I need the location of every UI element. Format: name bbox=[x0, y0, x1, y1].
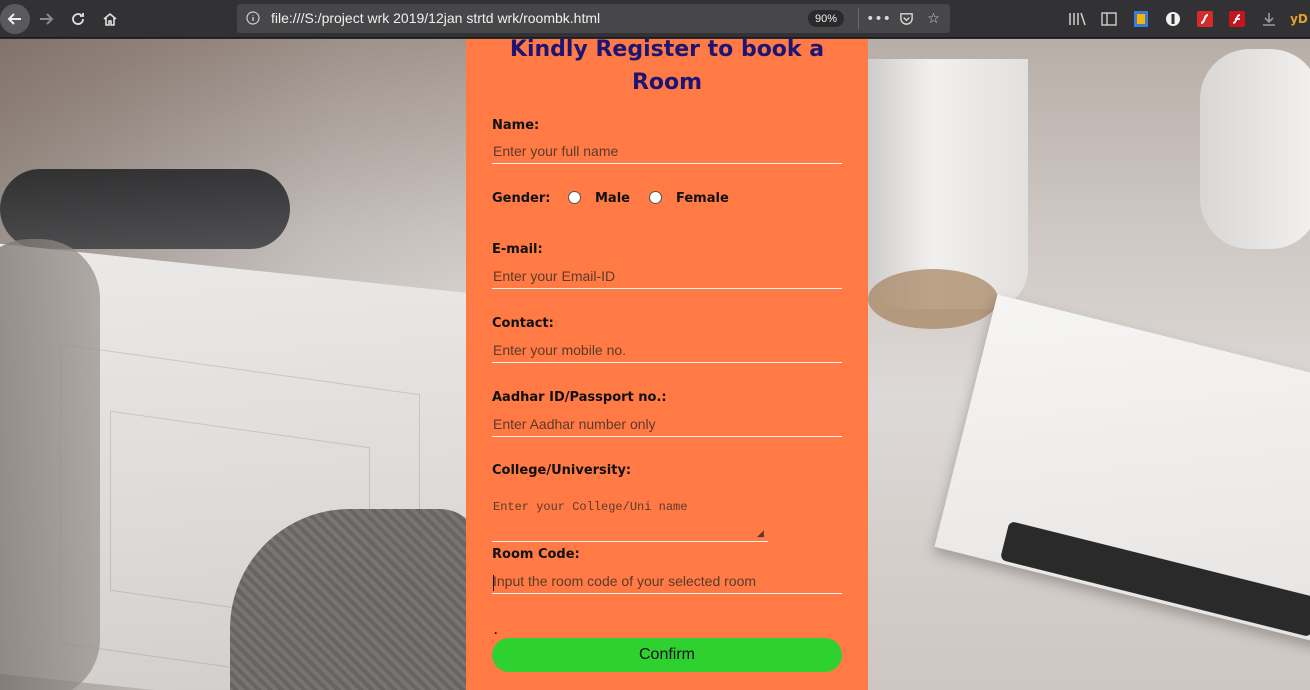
shield-extension-icon[interactable] bbox=[1164, 10, 1182, 28]
aadhar-label: Aadhar ID/Passport no.: bbox=[492, 390, 667, 405]
name-label: Name: bbox=[492, 118, 540, 133]
pocket-icon[interactable] bbox=[898, 10, 915, 27]
aadhar-input[interactable] bbox=[492, 411, 842, 437]
registration-form: Kindly Register to book a Room Name: Gen… bbox=[466, 37, 868, 690]
gender-female-radio[interactable] bbox=[649, 191, 662, 204]
back-button[interactable] bbox=[0, 4, 30, 34]
yd-extension-icon[interactable]: yD bbox=[1290, 10, 1308, 28]
sidebar-icon[interactable] bbox=[1100, 10, 1118, 28]
library-icon[interactable] bbox=[1068, 10, 1086, 28]
more-actions-icon[interactable]: ••• bbox=[866, 10, 891, 27]
form-title: Kindly Register to book a Room bbox=[509, 37, 825, 95]
gender-label: Gender: bbox=[492, 191, 551, 206]
flash-extension-icon[interactable] bbox=[1196, 10, 1214, 28]
reload-button[interactable] bbox=[64, 5, 92, 33]
room-code-label: Room Code: bbox=[492, 547, 580, 562]
confirm-button[interactable]: Confirm bbox=[492, 638, 842, 672]
gender-female-label[interactable]: Female bbox=[676, 191, 729, 206]
bookmark-star-icon[interactable]: ☆ bbox=[925, 10, 942, 27]
url-bar[interactable]: file:///S:/project wrk 2019/12jan strtd … bbox=[237, 4, 950, 33]
download-icon[interactable] bbox=[1260, 10, 1278, 28]
contact-input[interactable] bbox=[492, 337, 842, 363]
url-text[interactable]: file:///S:/project wrk 2019/12jan strtd … bbox=[271, 10, 600, 26]
email-label: E-mail: bbox=[492, 242, 543, 257]
background-dark-object bbox=[0, 169, 290, 249]
reload-icon bbox=[72, 13, 84, 25]
home-button[interactable] bbox=[96, 5, 124, 33]
home-icon bbox=[103, 12, 117, 26]
forward-button[interactable] bbox=[32, 5, 60, 33]
info-icon[interactable] bbox=[246, 11, 260, 25]
background-fur bbox=[0, 239, 100, 690]
gender-male-radio[interactable] bbox=[568, 191, 581, 204]
background-coaster bbox=[868, 269, 998, 329]
text-caret bbox=[493, 575, 494, 591]
zoom-badge[interactable]: 90% bbox=[808, 10, 844, 27]
name-input[interactable] bbox=[492, 138, 842, 164]
url-separator bbox=[858, 8, 859, 29]
extension-colorful-icon[interactable] bbox=[1132, 10, 1150, 28]
textarea-resize-handle[interactable]: ◢ bbox=[757, 529, 766, 538]
contact-label: Contact: bbox=[492, 316, 554, 331]
room-code-input[interactable] bbox=[492, 568, 842, 594]
arrow-left-icon bbox=[7, 13, 21, 25]
email-input[interactable] bbox=[492, 263, 842, 289]
background-cup-right bbox=[1200, 49, 1310, 249]
arrow-right-icon bbox=[40, 13, 54, 25]
dot-mark: . bbox=[494, 623, 498, 637]
college-label: College/University: bbox=[492, 463, 632, 478]
college-textarea[interactable] bbox=[492, 492, 768, 542]
gender-male-label[interactable]: Male bbox=[595, 191, 630, 206]
flash-player-icon[interactable] bbox=[1228, 10, 1246, 28]
